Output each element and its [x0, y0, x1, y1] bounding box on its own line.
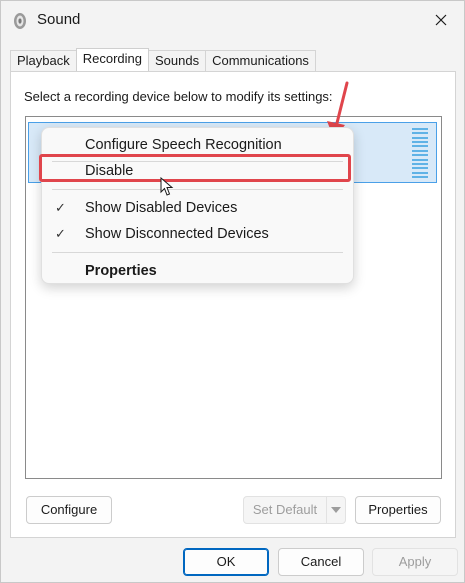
set-default-button[interactable]: Set Default — [243, 496, 327, 524]
title-bar: Sound — [1, 1, 464, 39]
mouse-pointer-icon — [160, 177, 174, 196]
context-menu: Configure Speech Recognition Disable ✓ S… — [41, 127, 354, 284]
window-title: Sound — [37, 11, 81, 28]
chevron-down-icon — [331, 507, 341, 513]
tab-sounds[interactable]: Sounds — [148, 50, 207, 71]
tab-strip: Playback Recording Sounds Communications — [10, 48, 316, 71]
tab-recording[interactable]: Recording — [75, 48, 150, 71]
apply-button[interactable]: Apply — [372, 548, 458, 576]
configure-button[interactable]: Configure — [26, 496, 112, 524]
highlight-annotation — [39, 154, 351, 182]
menu-item-properties[interactable]: Properties — [42, 258, 353, 284]
properties-button[interactable]: Properties — [355, 496, 441, 524]
close-button[interactable] — [426, 7, 456, 33]
tab-communications[interactable]: Communications — [205, 50, 316, 71]
speaker-icon — [14, 13, 26, 29]
checkmark-icon: ✓ — [55, 226, 66, 241]
cancel-button[interactable]: Cancel — [278, 548, 364, 576]
menu-item-show-disabled[interactable]: ✓ Show Disabled Devices — [42, 195, 353, 221]
level-meter — [412, 128, 428, 178]
menu-item-show-disconnected[interactable]: ✓ Show Disconnected Devices — [42, 221, 353, 247]
sound-dialog: Sound Playback Recording Sounds Communic… — [0, 0, 465, 583]
instruction-text: Select a recording device below to modif… — [24, 89, 333, 104]
tab-playback[interactable]: Playback — [10, 50, 77, 71]
ok-button[interactable]: OK — [183, 548, 269, 576]
checkmark-icon: ✓ — [55, 200, 66, 215]
set-default-dropdown[interactable] — [326, 496, 346, 524]
menu-separator — [52, 189, 343, 190]
menu-separator — [52, 252, 343, 253]
close-icon — [435, 14, 447, 26]
